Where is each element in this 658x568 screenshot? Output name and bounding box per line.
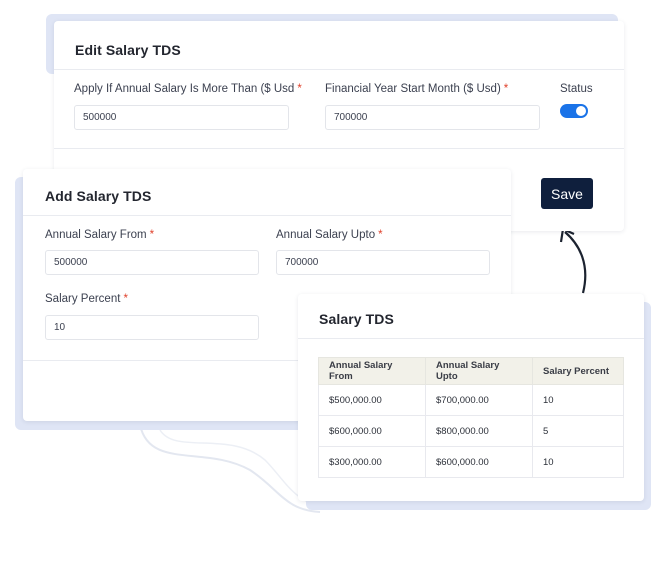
- table-cell: 10: [532, 384, 624, 416]
- apply-amount-label: Apply If Annual Salary Is More Than ($ U…: [74, 83, 302, 95]
- required-mark: *: [149, 229, 155, 241]
- required-mark: *: [297, 83, 302, 95]
- table-cell: $500,000.00: [318, 384, 426, 416]
- salary-percent-label: Salary Percent *: [45, 293, 128, 305]
- table-row: $300,000.00 $600,000.00 10: [318, 446, 624, 478]
- table-cell: $700,000.00: [425, 384, 533, 416]
- status-label: Status: [560, 83, 593, 95]
- table-cell: $800,000.00: [425, 415, 533, 447]
- status-toggle[interactable]: [560, 104, 588, 118]
- annual-salary-upto-label: Annual Salary Upto *: [276, 229, 383, 241]
- fy-start-month-input[interactable]: [325, 105, 540, 130]
- fy-start-month-label: Financial Year Start Month ($ Usd) *: [325, 83, 509, 95]
- table-header-row: Annual Salary From Annual Salary Upto Sa…: [318, 357, 624, 385]
- annual-salary-from-label: Annual Salary From *: [45, 229, 155, 241]
- edit-card-divider: [54, 69, 624, 70]
- save-button[interactable]: Save: [541, 178, 593, 209]
- table-cell: $300,000.00: [318, 446, 426, 478]
- required-mark: *: [503, 83, 509, 95]
- table-cell: 10: [532, 446, 624, 478]
- table-cell: 5: [532, 415, 624, 447]
- annual-salary-from-input[interactable]: [45, 250, 259, 275]
- toggle-knob: [576, 106, 586, 116]
- edit-card-footer-divider: [54, 148, 624, 149]
- table-cell: $600,000.00: [425, 446, 533, 478]
- salary-tds-table-card: Salary TDS Annual Salary From Annual Sal…: [298, 294, 644, 501]
- add-card-divider: [23, 215, 511, 216]
- annual-salary-upto-input[interactable]: [276, 250, 490, 275]
- salary-tds-table: Annual Salary From Annual Salary Upto Sa…: [318, 357, 624, 478]
- table-card-title: Salary TDS: [319, 311, 394, 327]
- table-row: $500,000.00 $700,000.00 10: [318, 384, 624, 416]
- table-row: $600,000.00 $800,000.00 5: [318, 415, 624, 447]
- column-header: Annual Salary Upto: [425, 357, 533, 385]
- column-header: Salary Percent: [532, 357, 624, 385]
- required-mark: *: [123, 293, 128, 305]
- table-card-divider: [298, 338, 644, 339]
- add-card-title: Add Salary TDS: [45, 188, 152, 204]
- table-cell: $600,000.00: [318, 415, 426, 447]
- arrow-icon: [564, 231, 587, 294]
- column-header: Annual Salary From: [318, 357, 426, 385]
- apply-amount-input[interactable]: [74, 105, 289, 130]
- salary-percent-input[interactable]: [45, 315, 259, 340]
- edit-card-title: Edit Salary TDS: [75, 42, 181, 58]
- required-mark: *: [378, 229, 383, 241]
